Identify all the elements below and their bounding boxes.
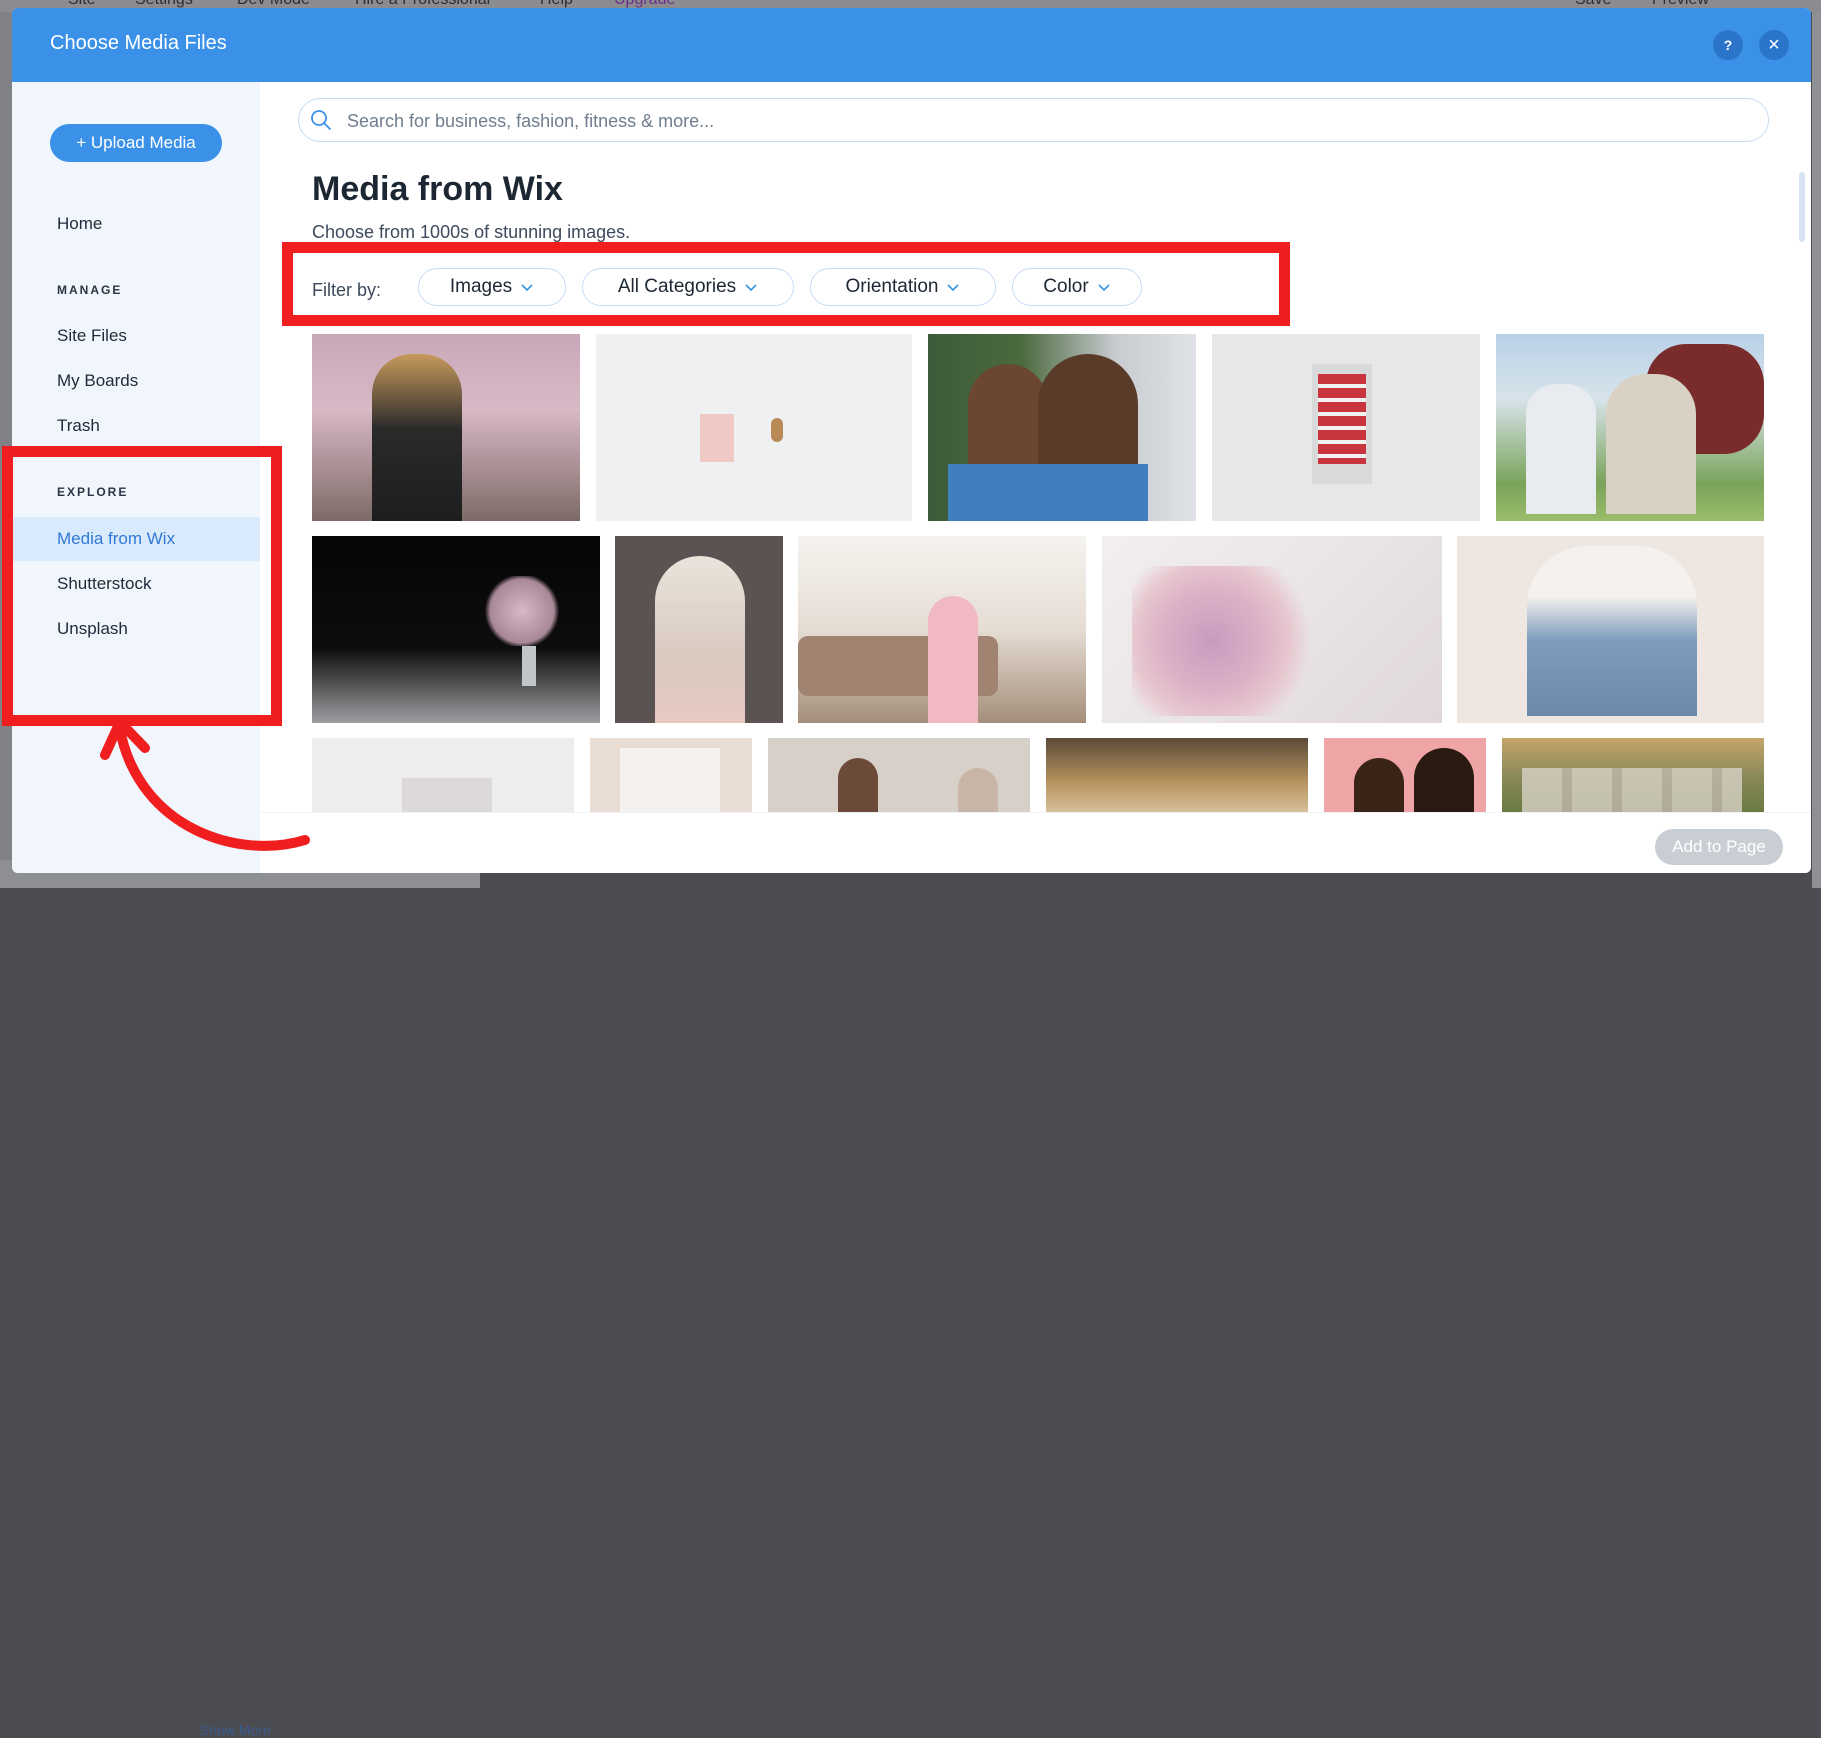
close-icon: ×: [1768, 33, 1780, 56]
image-tile[interactable]: [768, 738, 1030, 812]
section-label-explore: EXPLORE: [57, 485, 129, 499]
add-to-page-button[interactable]: Add to Page: [1655, 829, 1783, 865]
image-tile[interactable]: [1102, 536, 1442, 723]
image-tile[interactable]: [312, 334, 580, 521]
image-tile[interactable]: [1457, 536, 1764, 723]
image-tile[interactable]: [1502, 738, 1764, 812]
image-tile[interactable]: [1324, 738, 1486, 812]
dialog-footer: Add to Page: [260, 812, 1811, 873]
help-button[interactable]: ?: [1713, 30, 1743, 60]
media-main-panel: Media from Wix Choose from 1000s of stun…: [260, 82, 1811, 812]
sidebar-item-unsplash[interactable]: Unsplash: [12, 607, 260, 651]
sidebar-item-home[interactable]: Home: [12, 202, 260, 246]
sidebar-item-trash[interactable]: Trash: [12, 404, 260, 448]
dialog-header: Choose Media Files ? ×: [12, 8, 1811, 82]
upload-media-button[interactable]: + Upload Media: [50, 124, 222, 162]
image-tile[interactable]: [1046, 738, 1308, 812]
image-tile[interactable]: [798, 536, 1086, 723]
image-tile[interactable]: [928, 334, 1196, 521]
show-more-link: Show More: [200, 1722, 271, 1738]
image-tile[interactable]: [1496, 334, 1764, 521]
scrollbar[interactable]: [1799, 172, 1805, 242]
help-icon: ?: [1723, 37, 1733, 53]
sidebar-item-my-boards[interactable]: My Boards: [12, 359, 260, 403]
annotation-arrow: [100, 717, 310, 851]
image-tile[interactable]: [596, 334, 912, 521]
image-grid: [260, 82, 1811, 812]
image-tile[interactable]: [312, 738, 574, 812]
close-button[interactable]: ×: [1759, 30, 1789, 60]
sidebar-item-shutterstock[interactable]: Shutterstock: [12, 562, 260, 606]
image-tile[interactable]: [1212, 334, 1480, 521]
dialog-title: Choose Media Files: [50, 32, 227, 54]
image-tile[interactable]: [590, 738, 752, 812]
section-label-manage: MANAGE: [57, 283, 123, 297]
editor-right-edge: [1812, 12, 1821, 888]
sidebar-item-media-from-wix[interactable]: Media from Wix: [12, 517, 260, 561]
image-tile[interactable]: [312, 536, 600, 723]
image-tile[interactable]: [615, 536, 783, 723]
sidebar-item-site-files[interactable]: Site Files: [12, 314, 260, 358]
